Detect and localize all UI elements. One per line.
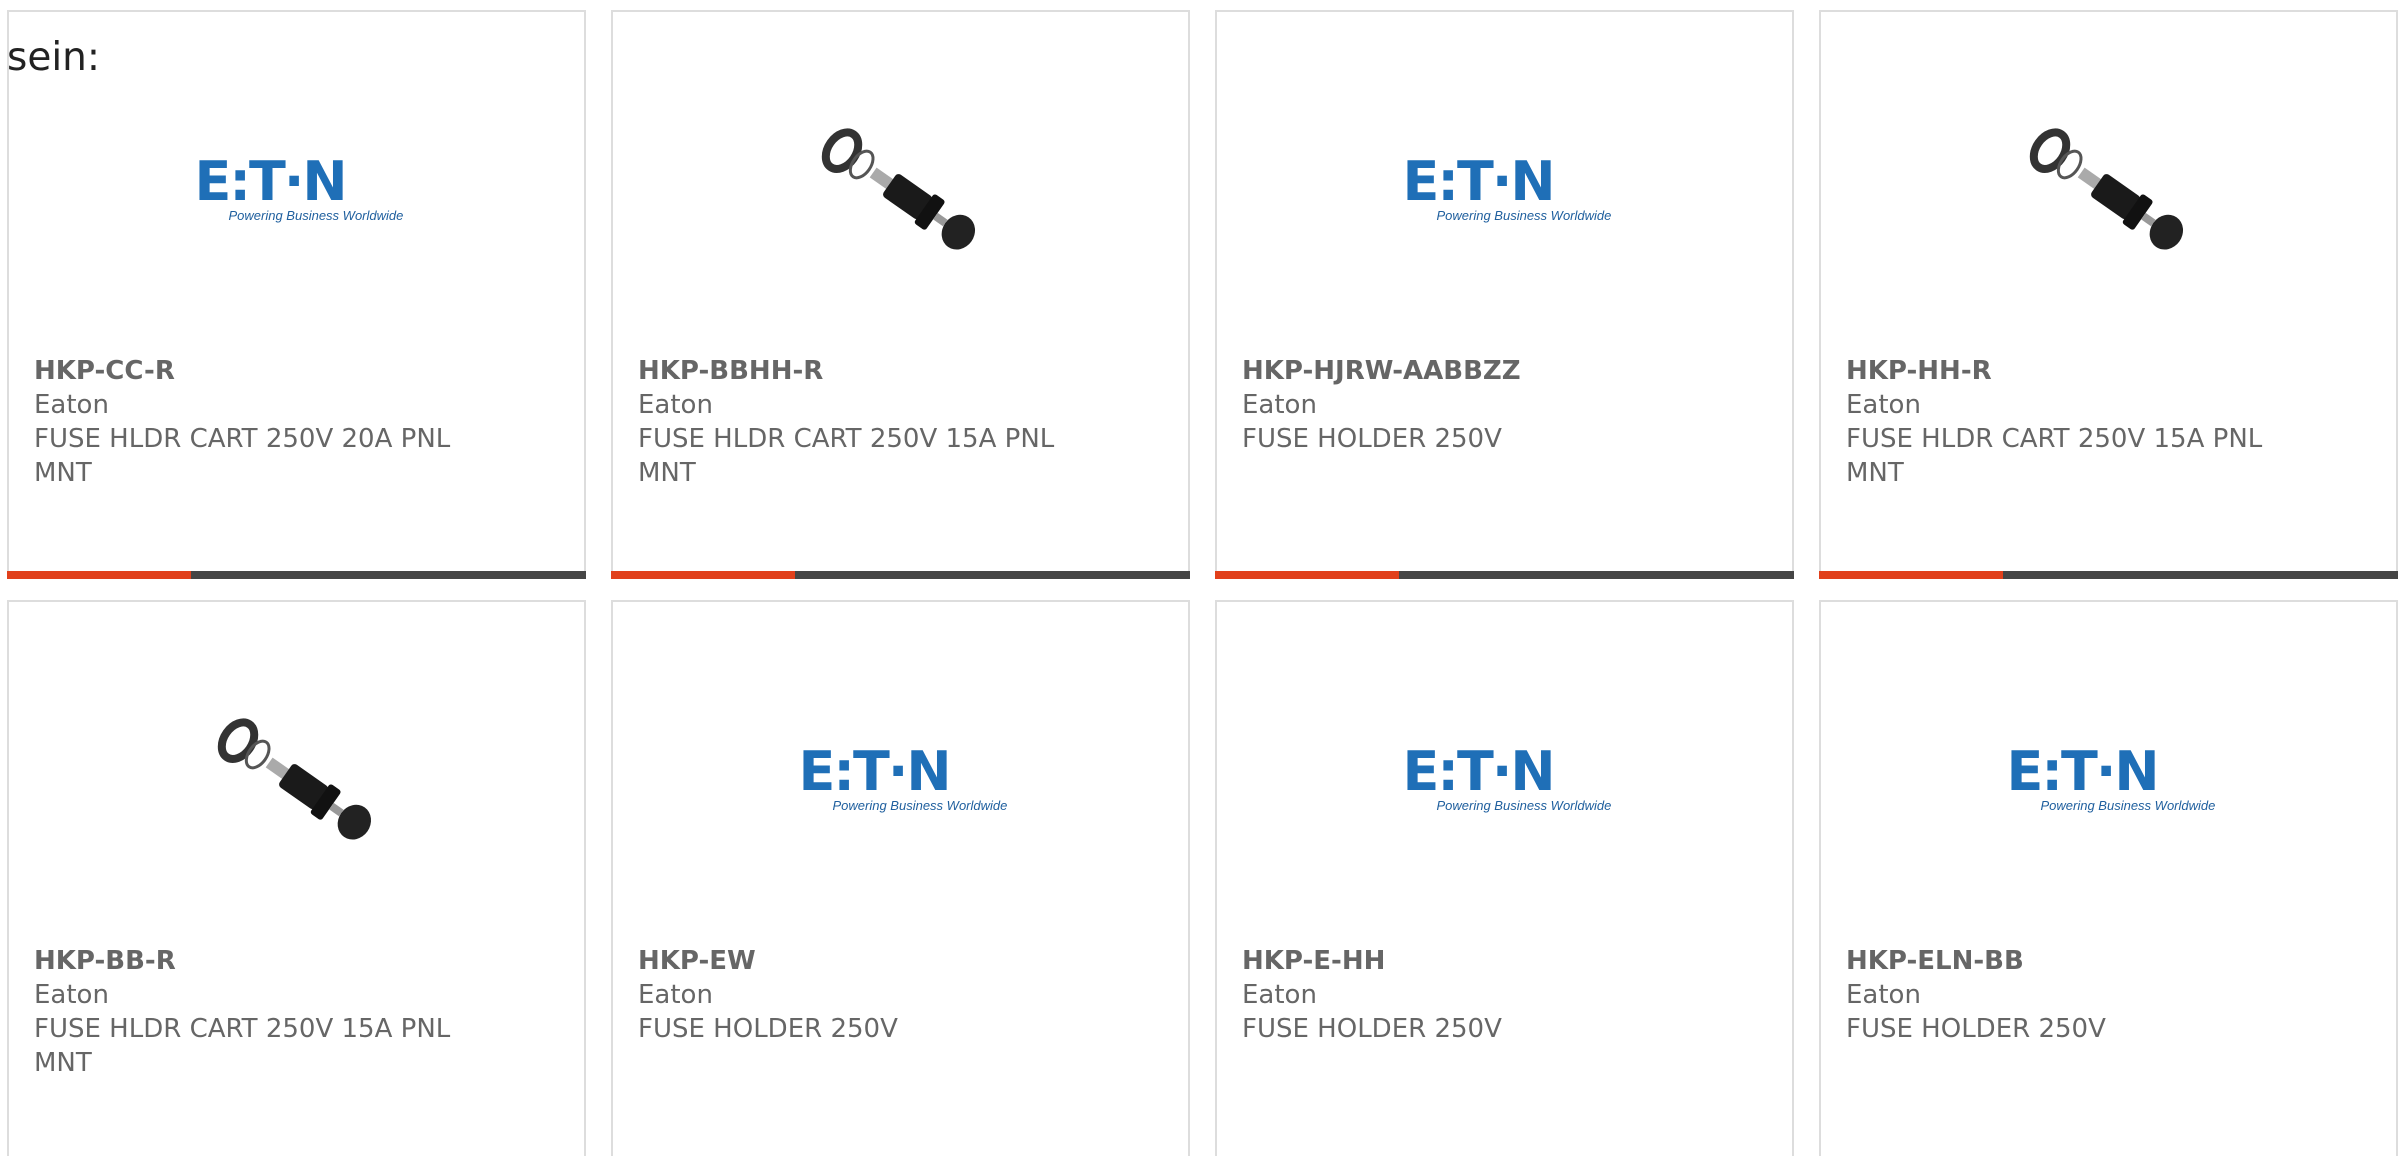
eaton-logo-word: E:T·N bbox=[194, 150, 348, 213]
manufacturer: Eaton bbox=[1846, 390, 1921, 420]
intro-text: sein: bbox=[7, 35, 101, 80]
product-card[interactable]: E:T·N Powering Business Worldwide HKP-EL… bbox=[1819, 600, 2398, 1156]
eaton-logo: E:T·N Powering Business Worldwide bbox=[2006, 740, 2216, 816]
eaton-logo-tagline: Powering Business Worldwide bbox=[832, 798, 1008, 813]
accent-segment bbox=[1215, 571, 1399, 579]
product-image[interactable]: E:T·N Powering Business Worldwide bbox=[1821, 672, 2396, 892]
eaton-logo-word: E:T·N bbox=[798, 740, 952, 803]
eaton-logo-tagline: Powering Business Worldwide bbox=[1436, 798, 1612, 813]
eaton-logo-tagline: Powering Business Worldwide bbox=[1436, 208, 1612, 223]
product-grid-page: sein: E:T·N Powering Business Worldwide … bbox=[0, 0, 2400, 1156]
fuse-holder-image bbox=[2029, 128, 2183, 250]
manufacturer: Eaton bbox=[1846, 980, 1921, 1010]
accent-segment bbox=[1819, 571, 2003, 579]
product-info: HKP-BBHH-R Eaton FUSE HLDR CART 250V 15A… bbox=[638, 354, 1068, 490]
fuse-holder-image bbox=[821, 128, 975, 250]
card-accent-bar bbox=[1215, 571, 1794, 579]
description: FUSE HLDR CART 250V 15A PNL MNT bbox=[34, 1014, 451, 1078]
card-accent-bar bbox=[7, 571, 586, 579]
product-info: HKP-ELN-BB Eaton FUSE HOLDER 250V bbox=[1846, 944, 2276, 1046]
manufacturer: Eaton bbox=[1242, 980, 1317, 1010]
manufacturer: Eaton bbox=[638, 980, 713, 1010]
product-card[interactable]: E:T·N Powering Business Worldwide HKP-CC… bbox=[7, 10, 586, 579]
part-number[interactable]: HKP-HH-R bbox=[1846, 354, 2276, 388]
eaton-logo: E:T·N Powering Business Worldwide bbox=[194, 150, 404, 226]
fuse-holder-image bbox=[217, 718, 371, 840]
product-image[interactable] bbox=[1821, 82, 2396, 302]
product-grid: E:T·N Powering Business Worldwide HKP-CC… bbox=[7, 10, 2398, 1156]
product-info: HKP-HH-R Eaton FUSE HLDR CART 250V 15A P… bbox=[1846, 354, 2276, 490]
eaton-logo-word: E:T·N bbox=[2006, 740, 2160, 803]
accent-segment bbox=[611, 571, 795, 579]
eaton-logo: E:T·N Powering Business Worldwide bbox=[1402, 740, 1612, 816]
part-number[interactable]: HKP-E-HH bbox=[1242, 944, 1672, 978]
product-card[interactable]: HKP-BBHH-R Eaton FUSE HLDR CART 250V 15A… bbox=[611, 10, 1190, 579]
description: FUSE HLDR CART 250V 15A PNL MNT bbox=[638, 424, 1055, 488]
product-info: HKP-EW Eaton FUSE HOLDER 250V bbox=[638, 944, 1068, 1046]
eaton-logo-word: E:T·N bbox=[1402, 150, 1556, 213]
product-info: HKP-BB-R Eaton FUSE HLDR CART 250V 15A P… bbox=[34, 944, 464, 1080]
product-card[interactable]: E:T·N Powering Business Worldwide HKP-HJ… bbox=[1215, 10, 1794, 579]
product-card[interactable]: E:T·N Powering Business Worldwide HKP-E-… bbox=[1215, 600, 1794, 1156]
manufacturer: Eaton bbox=[638, 390, 713, 420]
product-card[interactable]: E:T·N Powering Business Worldwide HKP-EW… bbox=[611, 600, 1190, 1156]
accent-segment bbox=[7, 571, 191, 579]
description: FUSE HOLDER 250V bbox=[1846, 1014, 2106, 1044]
card-accent-bar bbox=[611, 571, 1190, 579]
part-number[interactable]: HKP-EW bbox=[638, 944, 1068, 978]
product-info: HKP-CC-R Eaton FUSE HLDR CART 250V 20A P… bbox=[34, 354, 464, 490]
product-card[interactable]: HKP-HH-R Eaton FUSE HLDR CART 250V 15A P… bbox=[1819, 10, 2398, 579]
product-image[interactable] bbox=[9, 672, 584, 892]
description: FUSE HLDR CART 250V 20A PNL MNT bbox=[34, 424, 451, 488]
eaton-logo: E:T·N Powering Business Worldwide bbox=[798, 740, 1008, 816]
part-number[interactable]: HKP-ELN-BB bbox=[1846, 944, 2276, 978]
eaton-logo-word: E:T·N bbox=[1402, 740, 1556, 803]
part-number[interactable]: HKP-HJRW-AABBZZ bbox=[1242, 354, 1672, 388]
eaton-logo-tagline: Powering Business Worldwide bbox=[2040, 798, 2216, 813]
product-info: HKP-HJRW-AABBZZ Eaton FUSE HOLDER 250V bbox=[1242, 354, 1672, 456]
description: FUSE HOLDER 250V bbox=[638, 1014, 898, 1044]
description: FUSE HOLDER 250V bbox=[1242, 424, 1502, 454]
manufacturer: Eaton bbox=[34, 390, 109, 420]
product-image[interactable]: E:T·N Powering Business Worldwide bbox=[1217, 82, 1792, 302]
part-number[interactable]: HKP-BBHH-R bbox=[638, 354, 1068, 388]
part-number[interactable]: HKP-BB-R bbox=[34, 944, 464, 978]
eaton-logo: E:T·N Powering Business Worldwide bbox=[1402, 150, 1612, 226]
product-image[interactable] bbox=[613, 82, 1188, 302]
product-image[interactable]: E:T·N Powering Business Worldwide bbox=[9, 82, 584, 302]
manufacturer: Eaton bbox=[1242, 390, 1317, 420]
description: FUSE HLDR CART 250V 15A PNL MNT bbox=[1846, 424, 2263, 488]
product-image[interactable]: E:T·N Powering Business Worldwide bbox=[1217, 672, 1792, 892]
eaton-logo-tagline: Powering Business Worldwide bbox=[228, 208, 404, 223]
part-number[interactable]: HKP-CC-R bbox=[34, 354, 464, 388]
manufacturer: Eaton bbox=[34, 980, 109, 1010]
card-accent-bar bbox=[1819, 571, 2398, 579]
product-info: HKP-E-HH Eaton FUSE HOLDER 250V bbox=[1242, 944, 1672, 1046]
product-image[interactable]: E:T·N Powering Business Worldwide bbox=[613, 672, 1188, 892]
product-card[interactable]: HKP-BB-R Eaton FUSE HLDR CART 250V 15A P… bbox=[7, 600, 586, 1156]
description: FUSE HOLDER 250V bbox=[1242, 1014, 1502, 1044]
